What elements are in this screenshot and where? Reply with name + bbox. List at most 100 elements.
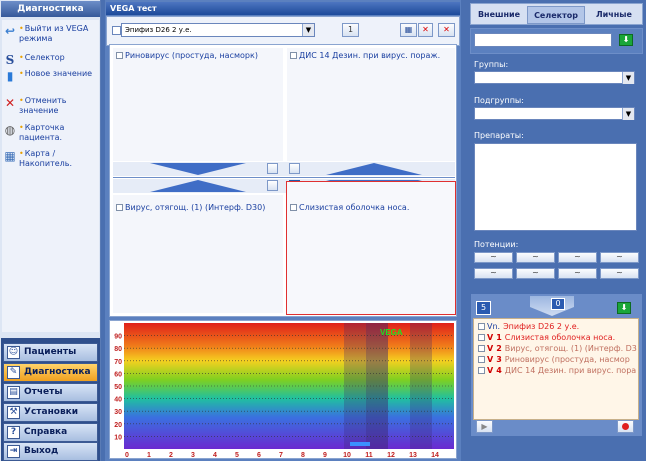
action-new-value[interactable]: ▮ Новое значение: [2, 67, 99, 95]
potency-button[interactable]: ~: [558, 252, 597, 263]
cancel-value-icon: ✕: [4, 96, 16, 110]
cell-toggle-button[interactable]: [267, 163, 278, 174]
tree-checkbox[interactable]: [478, 367, 485, 374]
cell-toggle-button[interactable]: [267, 180, 278, 191]
tree-checkbox[interactable]: [478, 345, 485, 352]
tab-selector[interactable]: Селектор: [527, 6, 585, 24]
diagnostics-icon: ✎: [7, 366, 20, 379]
action-map-storage[interactable]: ▦ Карта / Накопитель.: [2, 147, 99, 175]
tree-checkbox[interactable]: [478, 323, 485, 330]
action-patient-card[interactable]: ◍ Карточка пациента.: [2, 121, 99, 149]
level-marker: [350, 442, 370, 446]
potency-button[interactable]: ~: [474, 252, 513, 263]
action-cancel-value[interactable]: ✕ Отменить значение: [2, 94, 99, 122]
potency-button[interactable]: ~: [558, 268, 597, 279]
preparation-select-value: Эпифиз D26 2 у.е.: [125, 26, 192, 34]
cell-checkbox[interactable]: [116, 52, 123, 59]
x-tick-label: 11: [365, 452, 373, 458]
cell-label: ДИС 14 Дезин. при вирус. пораж.: [299, 51, 441, 60]
test-cell-selected[interactable]: Слизистая оболочка носа.: [286, 181, 456, 315]
cell-checkbox[interactable]: [116, 204, 123, 211]
search-input[interactable]: [474, 33, 612, 47]
test-cell[interactable]: Риновирус (простуда, насморк): [113, 48, 283, 161]
action-exit-vega[interactable]: ↩ Выйти из VEGA режима: [2, 22, 99, 50]
level-down-arrow-icon: [150, 163, 246, 175]
record-button[interactable]: [617, 420, 634, 433]
level-up-arrow-icon: [326, 163, 422, 175]
x-tick-label: 5: [235, 452, 239, 458]
tree-row[interactable]: V 3 Риновирус (простуда, насмор: [478, 355, 630, 365]
test-cell[interactable]: Вирус, отягощ. (1) (Интерф. D30): [113, 195, 283, 313]
chart-title: VEGA: [380, 328, 403, 337]
vega-heatmap: 908070605040302010 0 1 2 3 4 5 6 7 8 9 10 11 12 13 14 …: [114, 323, 454, 459]
nav-diagnostics[interactable]: ✎ Диагностика: [3, 363, 98, 382]
play-icon[interactable]: ▶: [476, 420, 493, 433]
x-tick-label: 3: [191, 452, 195, 458]
help-icon: ?: [7, 426, 20, 439]
potency-button[interactable]: ~: [474, 268, 513, 279]
y-tick-label: 30: [114, 409, 122, 416]
cell-label: Риновирус (простуда, насморк): [125, 51, 258, 60]
chevron-down-icon[interactable]: ▼: [622, 72, 634, 84]
chevron-down-icon[interactable]: ▼: [622, 108, 634, 120]
potency-button[interactable]: ~: [516, 252, 555, 263]
potency-button[interactable]: ~: [600, 268, 639, 279]
y-tick-label: 20: [114, 422, 122, 429]
queue-count-left[interactable]: 5: [476, 301, 491, 315]
x-tick-label: 1: [147, 452, 151, 458]
action-label: Выйти из VEGA режима: [19, 24, 99, 44]
remove-cell-icon[interactable]: ✕: [418, 23, 433, 37]
groups-select[interactable]: ▼: [474, 71, 635, 84]
preparation-select[interactable]: Эпифиз D26 2 у.е. ▼: [121, 23, 315, 37]
cell-checkbox[interactable]: [290, 204, 297, 211]
y-tick-label: 40: [114, 397, 122, 404]
potencies-label: Потенции:: [474, 240, 519, 249]
x-tick-label: 10: [343, 452, 351, 458]
nav-help[interactable]: ? Справка: [3, 423, 98, 442]
action-label: Новое значение: [19, 69, 99, 79]
chevron-down-icon[interactable]: ▼: [302, 24, 314, 36]
nav-exit[interactable]: ⇥ Выход: [3, 442, 98, 461]
download-icon[interactable]: ⬇: [619, 34, 633, 46]
patients-icon: ☺: [7, 346, 20, 359]
tree-checkbox[interactable]: [478, 334, 485, 341]
cell-label: Вирус, отягощ. (1) (Интерф. D30): [125, 203, 266, 212]
nav-reports[interactable]: ▤ Отчеты: [3, 383, 98, 402]
nav-label: Справка: [24, 427, 68, 437]
test-cell[interactable]: ДИС 14 Дезин. при вирус. пораж.: [287, 48, 455, 161]
potency-button[interactable]: ~: [600, 252, 639, 263]
x-tick-label: 0: [125, 452, 129, 458]
x-tick-label: 7: [279, 452, 283, 458]
count-button[interactable]: 1: [342, 23, 359, 37]
nav-patients[interactable]: ☺ Пациенты: [3, 343, 98, 362]
nav-label: Диагностика: [24, 367, 91, 377]
nav-label: Пациенты: [24, 347, 77, 357]
download-icon[interactable]: ⬇: [617, 302, 631, 314]
reports-icon: ▤: [7, 386, 20, 399]
grid-layout-icon[interactable]: ▦: [400, 23, 417, 37]
y-tick-label: 70: [114, 359, 122, 366]
tree-row[interactable]: V 1 Слизистая оболочка носа.: [478, 333, 615, 343]
cell-toggle-button[interactable]: [289, 163, 300, 174]
tab-personal[interactable]: Личные: [587, 6, 641, 24]
x-tick-label: 12: [387, 452, 395, 458]
tree-checkbox[interactable]: [478, 356, 485, 363]
preparations-list[interactable]: [474, 143, 637, 231]
subgroups-select[interactable]: ▼: [474, 107, 635, 120]
record-icon: [622, 423, 629, 430]
select-all-checkbox[interactable]: [112, 26, 121, 35]
nav-label: Установки: [24, 407, 79, 417]
nav-settings[interactable]: ⚒ Установки: [3, 403, 98, 422]
cell-checkbox[interactable]: [290, 52, 297, 59]
cell-label: Слизистая оболочка носа.: [299, 203, 410, 212]
tree-row[interactable]: V 4 ДИС 14 Дезин. при вирус. пора: [478, 366, 636, 376]
potency-button[interactable]: ~: [516, 268, 555, 279]
test-cells-grid: Риновирус (простуда, насморк) ДИС 14 Дез…: [109, 44, 457, 317]
map-storage-icon: ▦: [4, 149, 16, 163]
close-icon[interactable]: ✕: [438, 23, 455, 37]
queue-count-center[interactable]: 0: [551, 298, 565, 310]
tree-row[interactable]: V 2 Вирус, отягощ. (1) (Интерф. D3: [478, 344, 637, 354]
tree-row[interactable]: Vn. Эпифиз D26 2 у.е.: [478, 322, 579, 332]
tab-external[interactable]: Внешние: [473, 6, 525, 24]
action-list: ↩ Выйти из VEGA режима S Селектор ▮ Ново…: [2, 20, 99, 332]
